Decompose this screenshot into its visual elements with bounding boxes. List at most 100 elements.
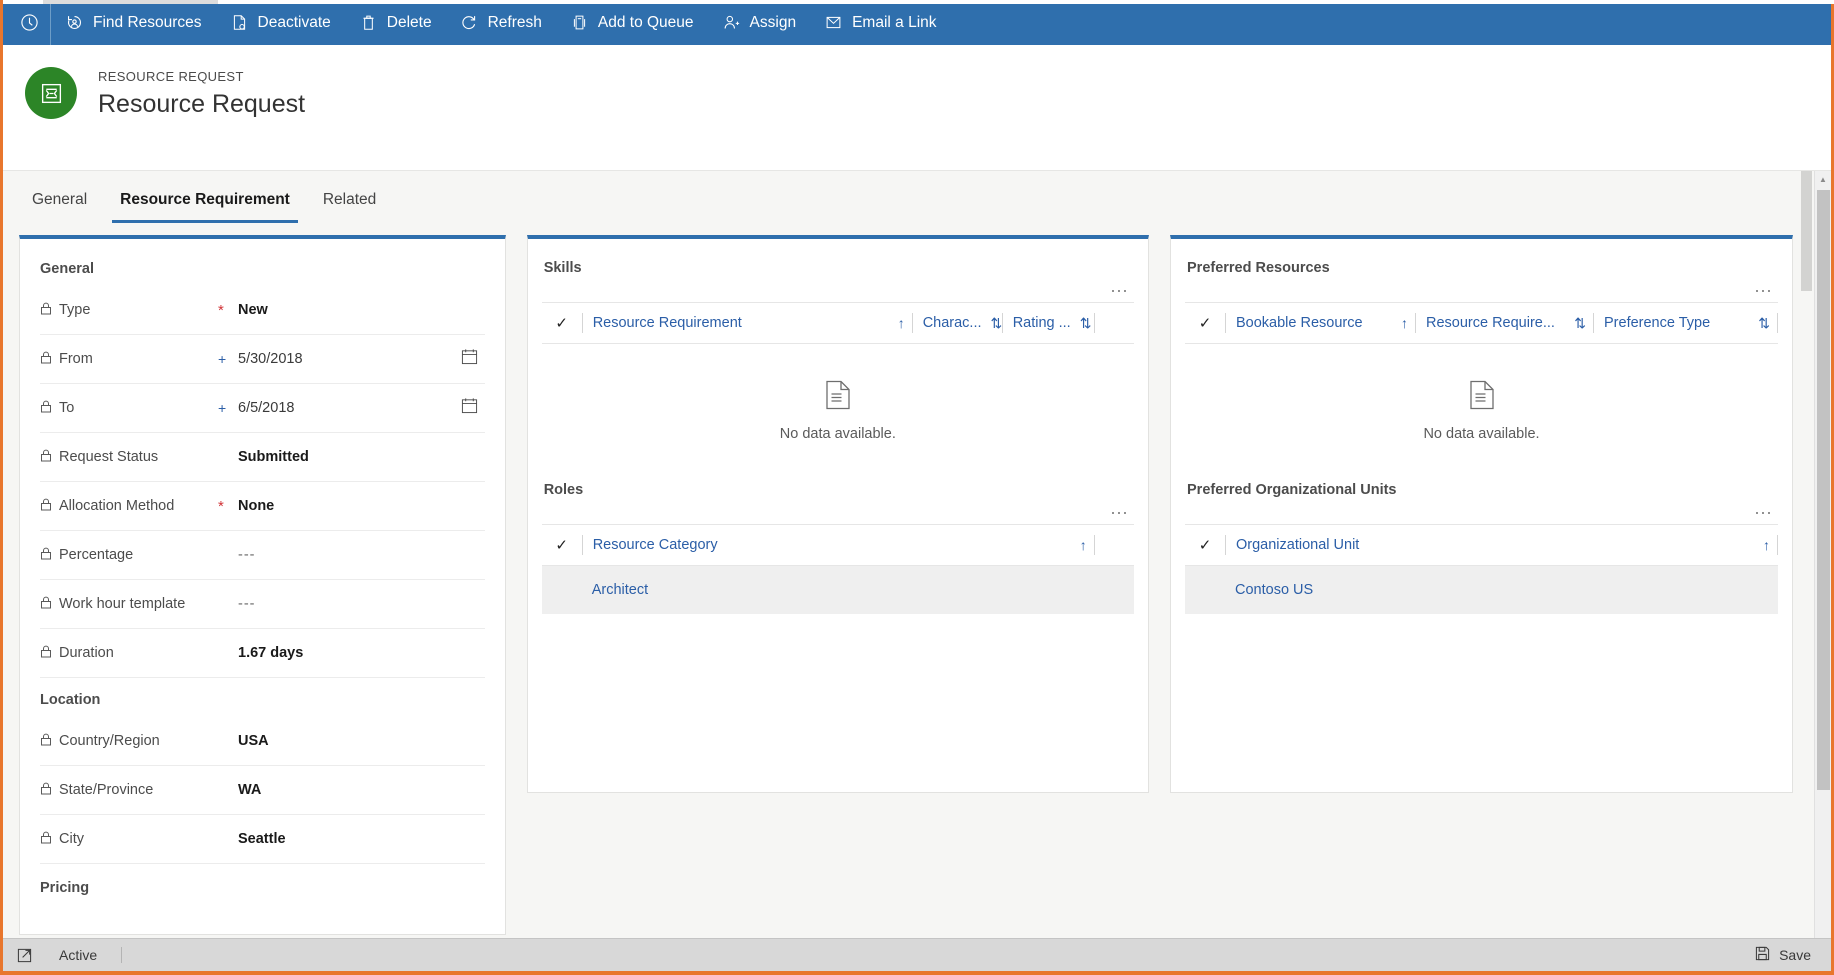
field-label-text: State/Province	[59, 782, 154, 798]
column-divider	[1777, 313, 1778, 333]
deactivate-icon	[230, 13, 249, 32]
preferred-resources-more-commands-icon[interactable]: ⋯	[1171, 276, 1792, 302]
field-request-status[interactable]: Request Status Submitted	[40, 433, 485, 482]
column-header-preference-type[interactable]: Preference Type ⇅	[1593, 313, 1777, 333]
scroll-up-arrow-icon[interactable]: ▲	[1815, 171, 1831, 188]
field-label: Duration	[40, 645, 218, 662]
required-marker: *	[218, 497, 224, 515]
save-label: Save	[1779, 947, 1811, 963]
skills-roles-card: Skills ⋯ ✓ Resource Requirement ↑ Charac…	[526, 235, 1149, 793]
page-title: Resource Request	[98, 90, 306, 118]
column-header-resource-requirement[interactable]: Resource Requirement ↑	[581, 313, 912, 333]
table-row[interactable]: Architect	[541, 566, 1134, 614]
column-divider	[1777, 535, 1778, 555]
field-label: Allocation Method	[40, 498, 218, 515]
command-bar: Find Resources Deactivate Delete Refresh…	[3, 0, 1831, 45]
general-section-card: General Type * New From + 5/30/2018 To +…	[19, 235, 506, 935]
save-disk-icon	[1755, 946, 1770, 964]
command-label: Delete	[386, 13, 432, 31]
preferred-org-units-more-commands-icon[interactable]: ⋯	[1171, 498, 1792, 524]
inner-scrollbar-thumb[interactable]	[1801, 171, 1812, 291]
field-label-text: To	[59, 400, 75, 416]
field-label-text: Work hour template	[59, 596, 186, 612]
skills-more-commands-icon[interactable]: ⋯	[528, 276, 1148, 302]
record-header: RESOURCE REQUEST Resource Request	[3, 45, 1831, 170]
field-type[interactable]: Type * New	[40, 286, 485, 335]
field-state-province[interactable]: State/Province WA	[40, 766, 485, 815]
column-header-resource-category[interactable]: Resource Category ↑	[581, 535, 1094, 555]
select-all-checkmark-icon[interactable]: ✓	[542, 314, 582, 332]
calendar-icon[interactable]	[461, 348, 479, 370]
section-heading-general: General	[40, 261, 94, 277]
field-value: Submitted	[238, 449, 309, 465]
command-label: Deactivate	[257, 13, 331, 31]
more-commands-icon[interactable]	[9, 0, 51, 45]
tab-resource-requirement[interactable]: Resource Requirement	[112, 191, 298, 223]
field-value: 5/30/2018	[238, 351, 303, 367]
field-allocation-method[interactable]: Allocation Method * None	[40, 482, 485, 531]
form-columns: General Type * New From + 5/30/2018 To +…	[3, 223, 1814, 935]
command-email-a-link[interactable]: Email a Link	[810, 0, 950, 45]
field-label: To	[40, 400, 218, 417]
pop-out-icon[interactable]	[11, 948, 37, 963]
page-scrollbar[interactable]: ▲	[1814, 171, 1831, 938]
command-deactivate[interactable]: Deactivate	[216, 0, 345, 45]
sort-asc-icon: ↑	[1079, 537, 1087, 553]
select-all-checkmark-icon[interactable]: ✓	[542, 536, 582, 554]
preferred-resources-grid-header: ✓ Bookable Resource ↑ Resource Require..…	[1185, 302, 1778, 344]
lock-icon	[40, 547, 52, 564]
field-value: ---	[238, 596, 256, 612]
page-scrollbar-thumb[interactable]	[1817, 190, 1830, 790]
cell-resource-category[interactable]: Architect	[582, 582, 1094, 598]
field-percentage[interactable]: Percentage ---	[40, 531, 485, 580]
preferred-resources-empty-state: No data available.	[1171, 344, 1792, 468]
field-value: WA	[238, 782, 262, 798]
calendar-icon[interactable]	[461, 397, 479, 419]
column-header-characteristic[interactable]: Charac... ⇅	[911, 313, 1002, 333]
field-duration[interactable]: Duration 1.67 days	[40, 629, 485, 678]
column-header-resource-requirement[interactable]: Resource Require... ⇅	[1415, 313, 1593, 333]
column-label: Resource Category	[592, 537, 718, 553]
field-country-region[interactable]: Country/Region USA	[40, 717, 485, 766]
sort-both-icon: ⇅	[1758, 314, 1770, 331]
field-city[interactable]: City Seattle	[40, 815, 485, 864]
roles-grid-header: ✓ Resource Category ↑	[541, 524, 1134, 566]
field-value: 6/5/2018	[238, 400, 295, 416]
tab-general[interactable]: General	[24, 191, 95, 223]
preferred-org-units-grid-header: ✓ Organizational Unit ↑	[1185, 524, 1778, 566]
command-label: Email a Link	[852, 13, 937, 31]
table-row[interactable]: Contoso US	[1185, 566, 1778, 614]
select-all-checkmark-icon[interactable]: ✓	[1185, 314, 1225, 332]
section-heading-location: Location	[40, 692, 101, 708]
inner-scrollbar[interactable]	[1799, 171, 1814, 938]
field-from[interactable]: From + 5/30/2018	[40, 335, 485, 384]
command-delete[interactable]: Delete	[345, 0, 446, 45]
command-find-resources[interactable]: Find Resources	[51, 0, 216, 45]
command-assign[interactable]: Assign	[708, 0, 811, 45]
select-all-checkmark-icon[interactable]: ✓	[1185, 536, 1225, 554]
field-label-text: Allocation Method	[59, 498, 175, 514]
command-add-to-queue[interactable]: Add to Queue	[556, 0, 708, 45]
subgrid-heading-preferred-org-units: Preferred Organizational Units	[1187, 482, 1397, 498]
lock-icon	[40, 733, 52, 750]
empty-state-text: No data available.	[779, 426, 896, 442]
column-header-rating[interactable]: Rating ... ⇅	[1001, 313, 1094, 333]
assign-user-icon	[722, 13, 741, 32]
field-label: Request Status	[40, 449, 218, 466]
cell-organizational-unit[interactable]: Contoso US	[1225, 582, 1777, 598]
field-label-text: Request Status	[59, 449, 159, 465]
field-work-hour-template[interactable]: Work hour template ---	[40, 580, 485, 629]
roles-more-commands-icon[interactable]: ⋯	[528, 498, 1148, 524]
tab-related[interactable]: Related	[315, 191, 384, 223]
lock-icon	[40, 302, 52, 319]
browser-tab-ghost	[43, 0, 218, 4]
column-label: Charac...	[922, 315, 982, 331]
find-resources-icon	[65, 13, 84, 32]
required-marker: *	[218, 301, 224, 319]
command-refresh[interactable]: Refresh	[446, 0, 556, 45]
column-header-bookable-resource[interactable]: Bookable Resource ↑	[1225, 313, 1415, 333]
field-value: ---	[238, 547, 256, 563]
save-button[interactable]: Save	[1755, 946, 1817, 964]
field-to[interactable]: To + 6/5/2018	[40, 384, 485, 433]
column-header-organizational-unit[interactable]: Organizational Unit ↑	[1225, 535, 1777, 555]
